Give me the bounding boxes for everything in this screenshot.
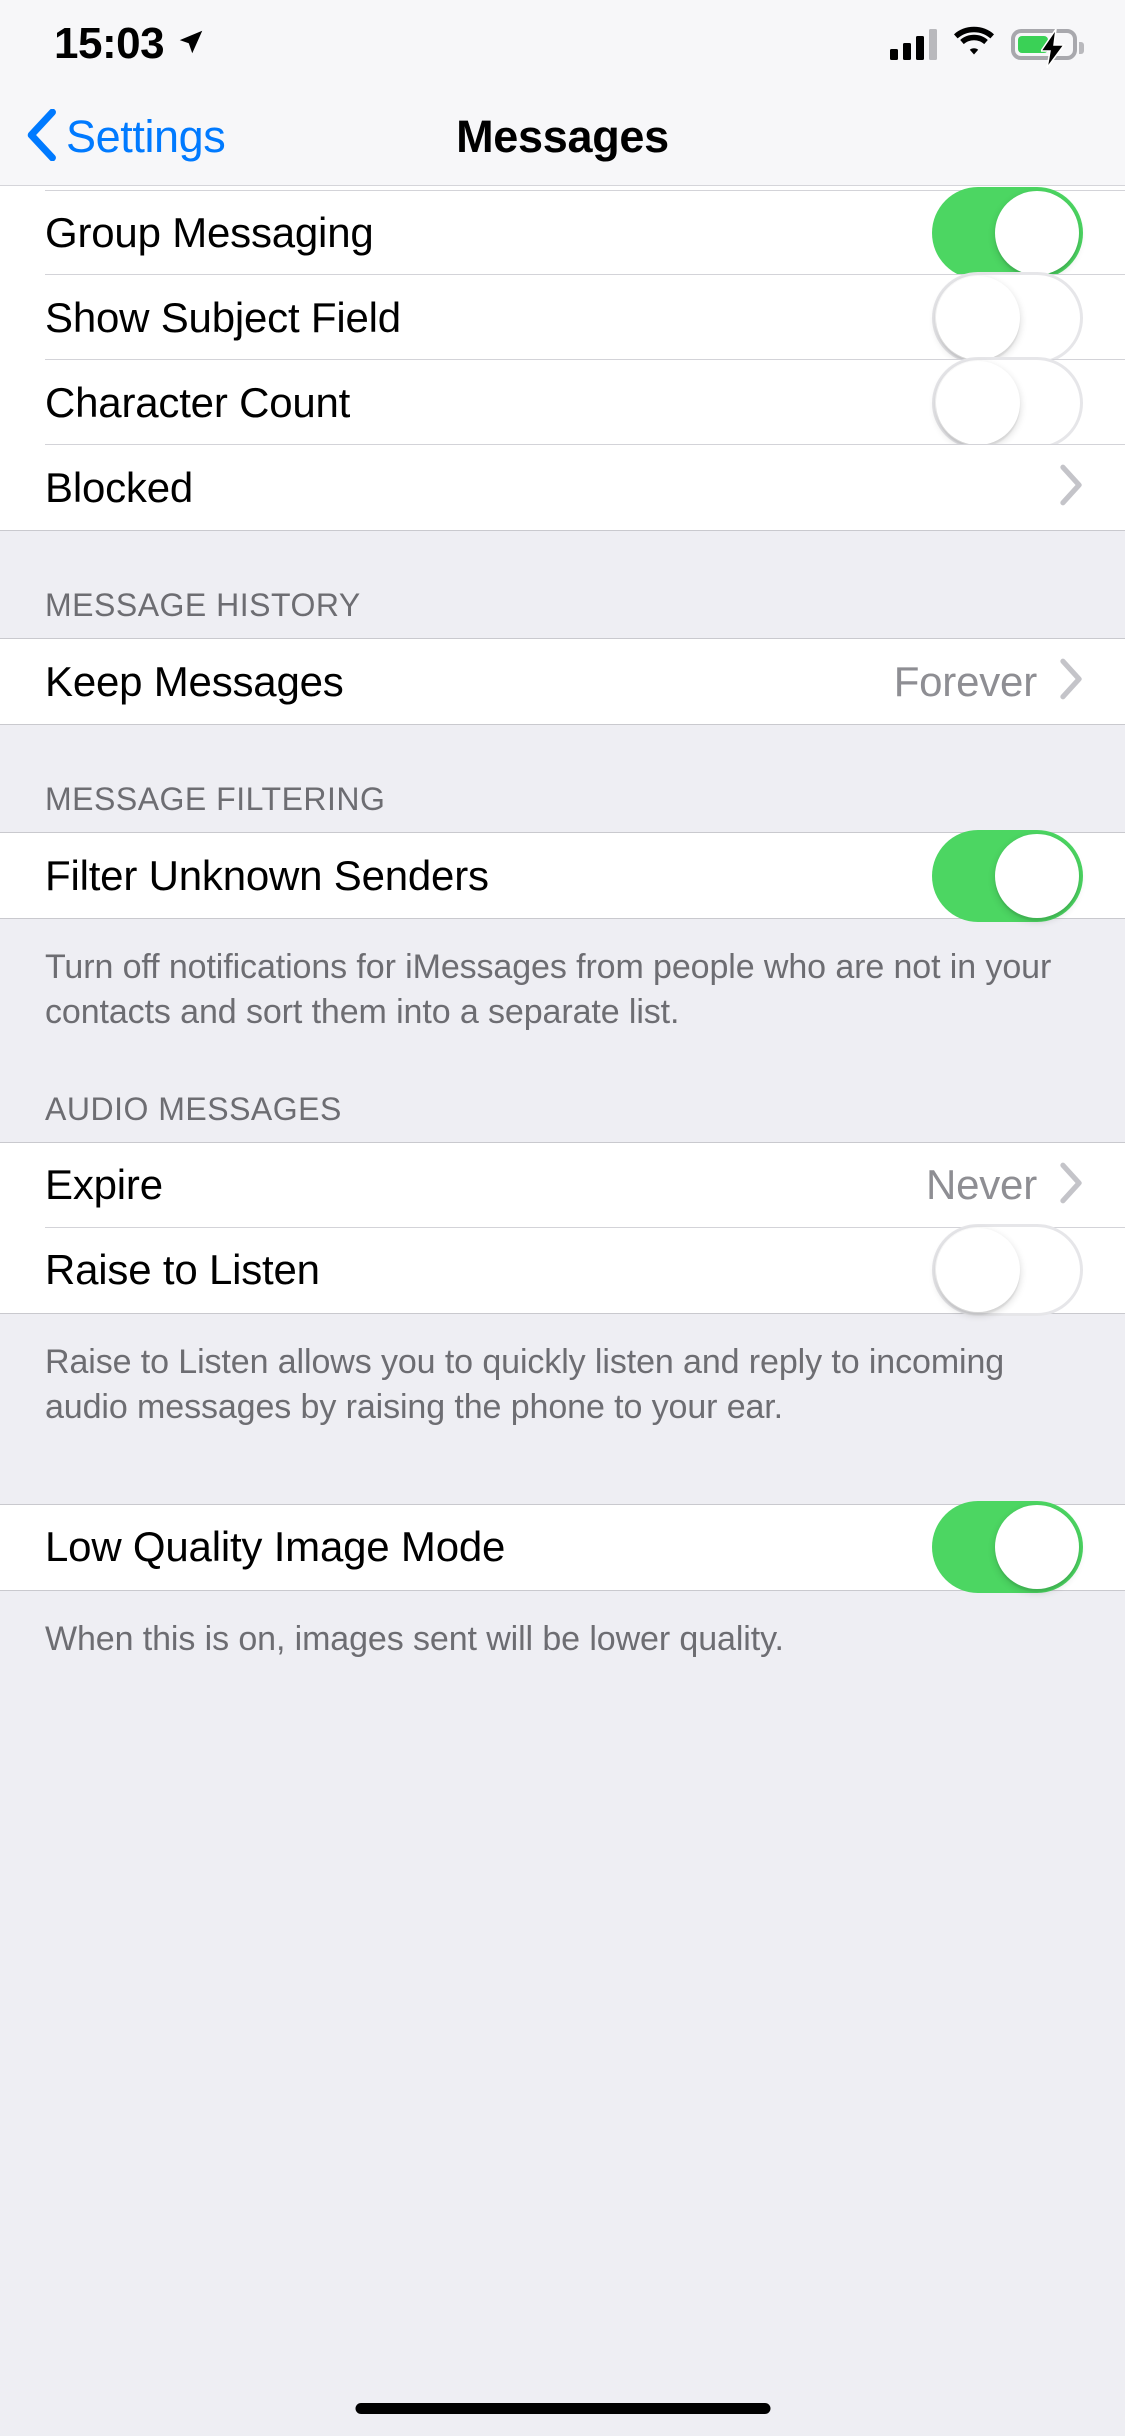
row-label: Expire xyxy=(45,1161,163,1209)
section-footer-image-quality: When this is on, images sent will be low… xyxy=(0,1590,1125,1662)
row-label: Filter Unknown Senders xyxy=(45,851,489,899)
chevron-right-icon xyxy=(1059,658,1083,705)
section-header-message-filtering: MESSAGE FILTERING xyxy=(0,725,1125,832)
row-label: Group Messaging xyxy=(45,208,374,256)
toggle-show-subject-field[interactable] xyxy=(932,271,1083,364)
row-expire[interactable]: Expire Never xyxy=(0,1142,1125,1228)
settings-group-message-history: Keep Messages Forever xyxy=(0,638,1125,725)
settings-list[interactable]: Group Messaging Show Subject Field Chara… xyxy=(0,186,1125,2436)
chevron-left-icon xyxy=(26,108,56,166)
settings-group-image-quality: Low Quality Image Mode xyxy=(0,1501,1125,1593)
section-header-audio-messages: AUDIO MESSAGES xyxy=(0,1034,1125,1142)
row-blocked[interactable]: Blocked xyxy=(0,445,1125,530)
section-header-message-history: MESSAGE HISTORY xyxy=(0,531,1125,638)
row-accessory: Forever xyxy=(894,658,1083,706)
row-label: Blocked xyxy=(45,463,194,511)
row-label: Character Count xyxy=(45,378,351,426)
row-accessory xyxy=(1059,464,1083,511)
row-label: Keep Messages xyxy=(45,657,344,705)
chevron-right-icon xyxy=(1059,464,1083,511)
iphone-screen: 15:03 Settings Messages Group Messaging … xyxy=(0,0,1125,2436)
row-accessory: Never xyxy=(926,1161,1083,1209)
back-button[interactable]: Settings xyxy=(26,108,226,166)
row-raise-to-listen[interactable]: Raise to Listen xyxy=(0,1224,1125,1317)
row-label: Raise to Listen xyxy=(45,1246,320,1294)
chevron-right-icon xyxy=(1059,1162,1083,1209)
toggle-low-quality-image-mode[interactable] xyxy=(932,1501,1083,1593)
row-show-subject-field[interactable]: Show Subject Field xyxy=(0,271,1125,364)
wifi-icon xyxy=(953,26,995,62)
section-footer-message-filtering: Turn off notifications for iMessages fro… xyxy=(0,919,1125,1035)
status-bar: 15:03 xyxy=(0,0,1125,88)
row-character-count[interactable]: Character Count xyxy=(0,356,1125,449)
location-arrow-icon xyxy=(176,27,206,62)
row-value: Never xyxy=(925,1161,1037,1209)
settings-group-audio-messages: Expire Never Raise to Listen xyxy=(0,1141,1125,1317)
toggle-group-messaging[interactable] xyxy=(932,186,1083,279)
row-low-quality-image-mode[interactable]: Low Quality Image Mode xyxy=(0,1501,1125,1593)
home-indicator[interactable] xyxy=(355,2403,770,2414)
row-label: Low Quality Image Mode xyxy=(45,1523,506,1570)
navigation-bar: Settings Messages xyxy=(0,88,1125,186)
cellular-bars-icon xyxy=(890,28,937,60)
settings-group-message-filtering: Filter Unknown Senders xyxy=(0,829,1125,922)
row-keep-messages[interactable]: Keep Messages Forever xyxy=(0,639,1125,724)
charging-bolt-icon xyxy=(1039,28,1067,73)
row-label: Show Subject Field xyxy=(45,293,401,341)
section-footer-audio-messages: Raise to Listen allows you to quickly li… xyxy=(0,1313,1125,1430)
row-value: Forever xyxy=(893,657,1038,705)
back-button-label: Settings xyxy=(66,111,226,162)
toggle-raise-to-listen[interactable] xyxy=(932,1224,1083,1317)
row-filter-unknown-senders[interactable]: Filter Unknown Senders xyxy=(0,829,1125,922)
battery-charging-icon xyxy=(1011,28,1084,68)
row-group-messaging[interactable]: Group Messaging xyxy=(0,186,1125,279)
settings-group-general: Group Messaging Show Subject Field Chara… xyxy=(0,186,1125,531)
toggle-filter-unknown-senders[interactable] xyxy=(932,829,1083,922)
section-gap xyxy=(0,1429,1125,1504)
status-bar-right xyxy=(890,26,1084,68)
status-bar-clock: 15:03 xyxy=(54,19,165,68)
toggle-character-count[interactable] xyxy=(932,356,1083,449)
status-bar-left: 15:03 xyxy=(54,22,206,66)
